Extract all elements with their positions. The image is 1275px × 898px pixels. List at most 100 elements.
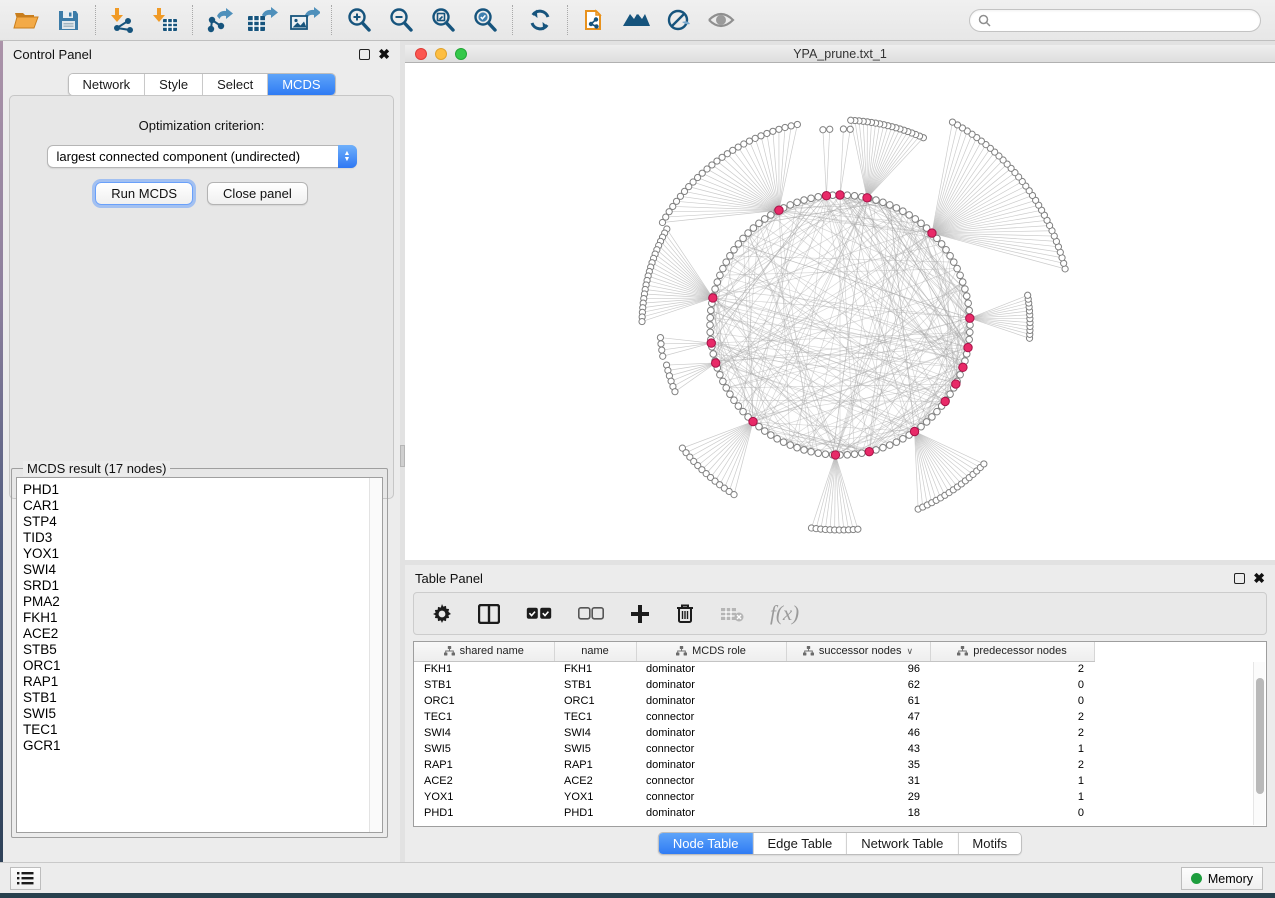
table-cell[interactable]: dominator — [636, 757, 786, 773]
table-row[interactable]: RAP1RAP1dominator352 — [414, 757, 1094, 773]
mcds-result-item[interactable]: PMA2 — [23, 594, 382, 610]
table-cell[interactable]: ORC1 — [554, 693, 636, 709]
table-cell[interactable]: 1 — [930, 773, 1094, 789]
mcds-result-item[interactable]: SWI4 — [23, 562, 382, 578]
column-header-shared-name[interactable]: shared name — [414, 642, 554, 661]
zoom-selected-icon[interactable] — [469, 5, 501, 35]
table-settings-gear-icon[interactable] — [432, 604, 452, 624]
mcds-result-item[interactable]: CAR1 — [23, 498, 382, 514]
table-cell[interactable]: STB1 — [414, 677, 554, 693]
table-row[interactable]: ACE2ACE2connector311 — [414, 773, 1094, 789]
table-cell[interactable]: PHD1 — [554, 805, 636, 821]
apply-layout-icon[interactable] — [524, 5, 556, 35]
table-cell[interactable]: PHD1 — [414, 805, 554, 821]
export-image-icon[interactable] — [288, 5, 320, 35]
tab-mcds[interactable]: MCDS — [268, 74, 334, 95]
column-header-predecessor-nodes[interactable]: predecessor nodes — [930, 642, 1094, 661]
table-cell[interactable]: dominator — [636, 661, 786, 677]
table-cell[interactable]: 29 — [786, 789, 930, 805]
tab-style[interactable]: Style — [145, 74, 203, 95]
table-cell[interactable]: 0 — [930, 693, 1094, 709]
create-column-icon[interactable] — [630, 604, 650, 624]
table-cell[interactable]: RAP1 — [414, 757, 554, 773]
table-cell[interactable]: dominator — [636, 677, 786, 693]
table-cell[interactable]: 2 — [930, 661, 1094, 677]
table-cell[interactable]: 43 — [786, 741, 930, 757]
table-cell[interactable]: 61 — [786, 693, 930, 709]
table-cell[interactable]: connector — [636, 773, 786, 789]
table-panel-close-icon[interactable]: ✖ — [1253, 573, 1265, 584]
table-cell[interactable]: 47 — [786, 709, 930, 725]
table-cell[interactable]: connector — [636, 741, 786, 757]
tab-network[interactable]: Network — [68, 74, 145, 95]
select-all-columns-icon[interactable] — [526, 607, 552, 620]
tab-motifs[interactable]: Motifs — [958, 833, 1021, 854]
table-row[interactable]: PHD1PHD1dominator180 — [414, 805, 1094, 821]
table-cell[interactable]: ORC1 — [414, 693, 554, 709]
table-cell[interactable]: YOX1 — [414, 789, 554, 805]
show-graphics-details-icon[interactable] — [705, 5, 737, 35]
table-cell[interactable]: SWI4 — [414, 725, 554, 741]
mcds-result-item[interactable]: GCR1 — [23, 738, 382, 754]
export-network-icon[interactable] — [204, 5, 236, 35]
delete-column-icon[interactable] — [676, 603, 694, 624]
mcds-result-item[interactable]: TID3 — [23, 530, 382, 546]
column-header-successor-nodes[interactable]: successor nodes∨ — [786, 642, 930, 661]
table-cell[interactable]: 1 — [930, 789, 1094, 805]
mcds-result-list[interactable]: PHD1CAR1STP4TID3YOX1SWI4SRD1PMA2FKH1ACE2… — [16, 477, 383, 833]
table-cell[interactable]: YOX1 — [554, 789, 636, 805]
table-cell[interactable]: FKH1 — [554, 661, 636, 677]
tab-network-table[interactable]: Network Table — [847, 833, 958, 854]
mcds-result-item[interactable]: STB5 — [23, 642, 382, 658]
table-cell[interactable]: ACE2 — [554, 773, 636, 789]
mcds-result-item[interactable]: FKH1 — [23, 610, 382, 626]
open-file-icon[interactable] — [10, 5, 42, 35]
mcds-result-item[interactable]: STP4 — [23, 514, 382, 530]
mcds-result-item[interactable]: SWI5 — [23, 706, 382, 722]
table-cell[interactable]: TEC1 — [554, 709, 636, 725]
table-cell[interactable]: dominator — [636, 725, 786, 741]
column-header-MCDS-role[interactable]: MCDS role — [636, 642, 786, 661]
table-cell[interactable]: dominator — [636, 805, 786, 821]
control-panel-float-icon[interactable] — [359, 49, 370, 60]
mcds-result-item[interactable]: RAP1 — [23, 674, 382, 690]
table-cell[interactable]: 0 — [930, 677, 1094, 693]
table-row[interactable]: SWI5SWI5connector431 — [414, 741, 1094, 757]
table-cell[interactable]: 18 — [786, 805, 930, 821]
search-input[interactable] — [996, 13, 1252, 27]
hide-graphics-details-icon[interactable] — [663, 5, 695, 35]
import-network-icon[interactable] — [107, 5, 139, 35]
zoom-in-icon[interactable] — [343, 5, 375, 35]
table-cell[interactable]: RAP1 — [554, 757, 636, 773]
table-row[interactable]: STB1STB1dominator620 — [414, 677, 1094, 693]
network-canvas[interactable] — [405, 63, 1275, 560]
table-cell[interactable]: 2 — [930, 725, 1094, 741]
run-mcds-button[interactable]: Run MCDS — [95, 182, 193, 205]
table-cell[interactable]: STB1 — [554, 677, 636, 693]
optimization-criterion-select[interactable]: largest connected component (undirected)… — [47, 145, 357, 168]
memory-button[interactable]: Memory — [1181, 867, 1263, 890]
table-scrollbar-thumb[interactable] — [1256, 678, 1264, 794]
mcds-result-item[interactable]: ORC1 — [23, 658, 382, 674]
table-cell[interactable]: SWI5 — [414, 741, 554, 757]
table-cell[interactable]: SWI4 — [554, 725, 636, 741]
zoom-fit-icon[interactable] — [427, 5, 459, 35]
table-cell[interactable]: FKH1 — [414, 661, 554, 677]
table-row[interactable]: TEC1TEC1connector472 — [414, 709, 1094, 725]
table-cell[interactable]: 96 — [786, 661, 930, 677]
table-cell[interactable]: 35 — [786, 757, 930, 773]
save-session-icon[interactable] — [52, 5, 84, 35]
table-cell[interactable]: 46 — [786, 725, 930, 741]
tab-node-table[interactable]: Node Table — [659, 833, 754, 854]
search-network-icon[interactable] — [621, 5, 653, 35]
mcds-result-item[interactable]: YOX1 — [23, 546, 382, 562]
deselect-all-columns-icon[interactable] — [578, 607, 604, 620]
task-history-button[interactable] — [10, 867, 41, 890]
table-row[interactable]: SWI4SWI4dominator462 — [414, 725, 1094, 741]
toggle-column-panel-icon[interactable] — [478, 604, 500, 624]
mcds-result-item[interactable]: SRD1 — [23, 578, 382, 594]
tab-edge-table[interactable]: Edge Table — [753, 833, 847, 854]
table-cell[interactable]: dominator — [636, 693, 786, 709]
table-cell[interactable]: 0 — [930, 805, 1094, 821]
table-row[interactable]: FKH1FKH1dominator962 — [414, 661, 1094, 677]
